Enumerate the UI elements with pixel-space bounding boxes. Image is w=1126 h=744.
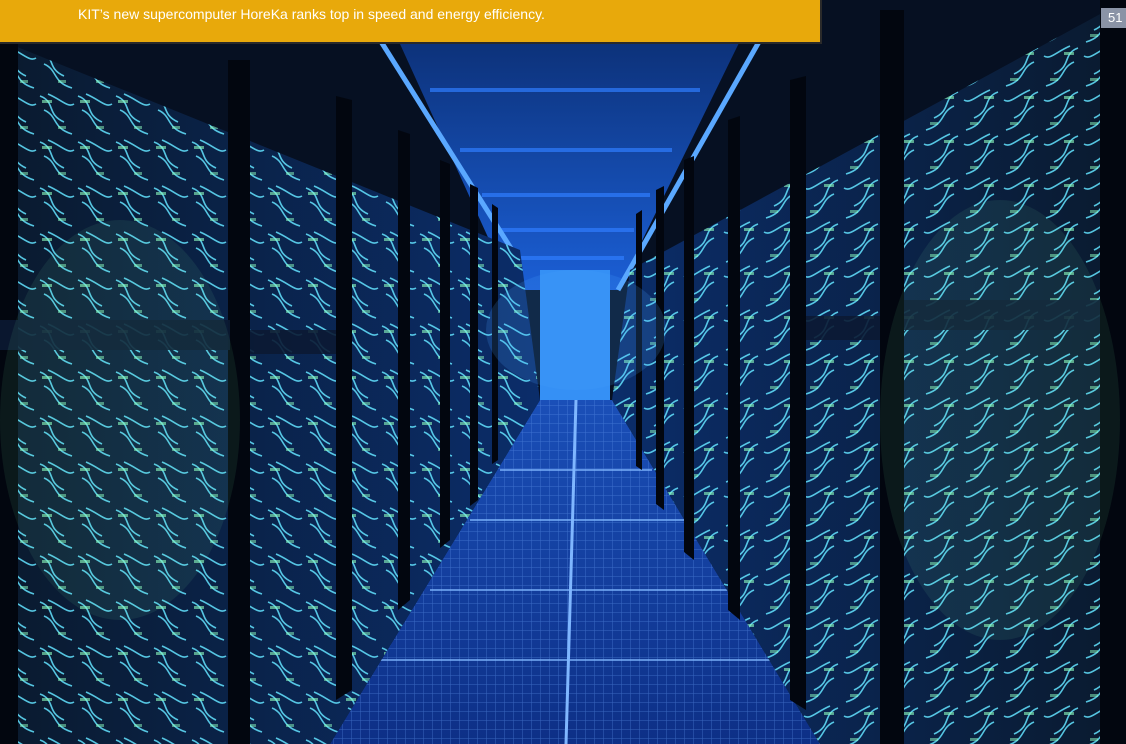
server-room-photo — [0, 0, 1126, 744]
server-room-illustration — [0, 0, 1126, 744]
photo-caption-banner: KIT’s new supercomputer HoreKa ranks top… — [0, 0, 822, 44]
photo-caption-text: KIT’s new supercomputer HoreKa ranks top… — [78, 6, 545, 22]
page-number-badge: 51 — [1101, 8, 1126, 28]
page-number-text: 51 — [1108, 10, 1123, 25]
